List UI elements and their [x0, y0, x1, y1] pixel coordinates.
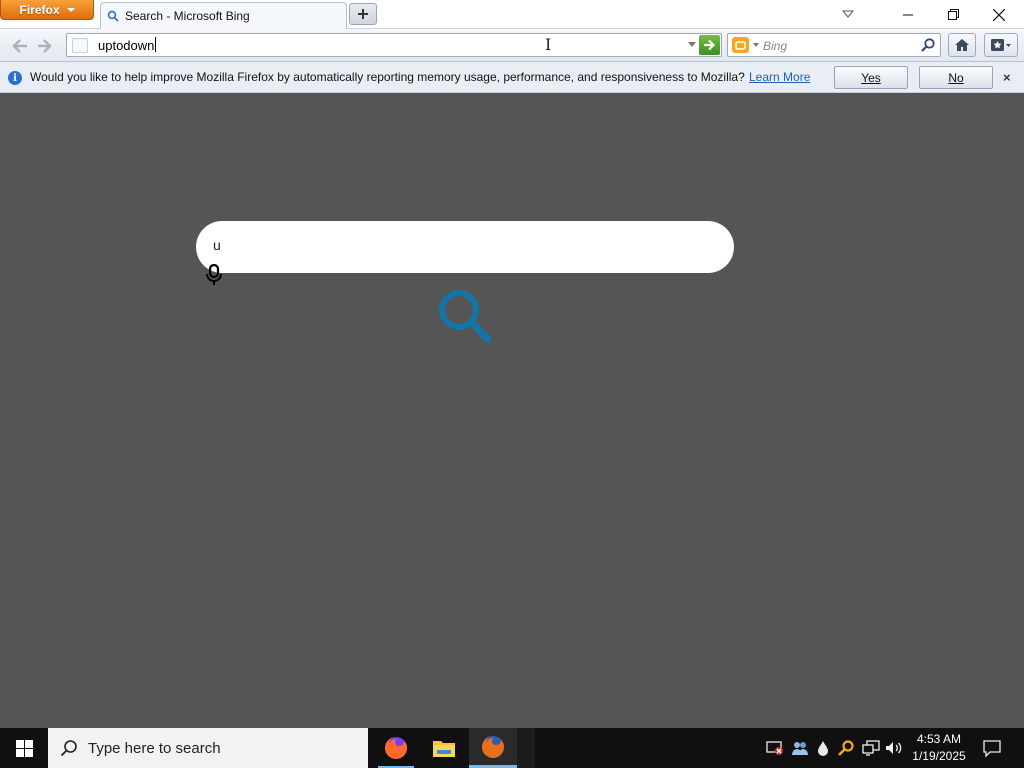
list-all-tabs-button[interactable]: [838, 6, 858, 22]
bing-search-query[interactable]: u: [213, 237, 221, 253]
search-bar[interactable]: Bing: [727, 33, 941, 57]
firefox-browser-icon: [385, 737, 407, 759]
search-bar-placeholder: Bing: [763, 39, 788, 53]
taskbar-firefox-app[interactable]: [469, 728, 517, 768]
site-identity-icon[interactable]: [72, 38, 88, 53]
new-tab-button[interactable]: [349, 3, 377, 25]
title-bar: Firefox Search - Microsoft Bing: [0, 0, 1024, 29]
no-button[interactable]: No: [919, 66, 993, 89]
plus-icon: [358, 9, 368, 19]
firefox-icon: [482, 735, 504, 758]
microphone-icon[interactable]: [205, 264, 223, 286]
start-button[interactable]: [0, 728, 48, 768]
forward-arrow-icon: [38, 39, 52, 53]
security-alert-icon[interactable]: [766, 738, 784, 758]
yes-button-label: Yes: [861, 70, 881, 85]
taskbar-search-box[interactable]: Type here to search: [48, 728, 368, 768]
forward-button[interactable]: [34, 34, 54, 58]
search-submit-icon[interactable]: [436, 288, 492, 344]
no-button-label: No: [948, 70, 964, 85]
address-bar[interactable]: uptodown I: [66, 33, 722, 57]
restore-button[interactable]: [930, 0, 976, 29]
notification-icon: [983, 740, 1001, 757]
close-icon: [993, 8, 1005, 21]
bing-engine-icon[interactable]: [732, 37, 749, 53]
windows-logo-icon: [15, 739, 33, 757]
telemetry-notification-bar: i Would you like to help improve Mozilla…: [0, 62, 1024, 93]
info-icon: i: [8, 71, 22, 85]
people-network-icon[interactable]: [791, 738, 809, 758]
search-key-icon[interactable]: [837, 738, 855, 758]
bing-search-box[interactable]: u: [196, 221, 734, 273]
bookmarks-button[interactable]: [984, 33, 1018, 57]
go-arrow-icon: [704, 39, 716, 51]
taskbar-search-placeholder: Type here to search: [88, 739, 221, 757]
water-drop-icon[interactable]: [814, 738, 832, 758]
search-icon[interactable]: [920, 37, 936, 53]
minimize-button[interactable]: [885, 0, 931, 29]
go-button[interactable]: [699, 35, 720, 55]
taskbar-firefox-developer-app[interactable]: [372, 728, 420, 768]
home-icon: [955, 39, 969, 51]
network-icon[interactable]: [862, 738, 880, 758]
ibeam-cursor-icon: I: [545, 35, 552, 54]
bookmark-star-icon: [991, 39, 1011, 51]
engine-dropdown-icon[interactable]: [753, 43, 759, 47]
url-input[interactable]: uptodown: [98, 38, 154, 53]
firefox-menu-label: Firefox: [19, 2, 60, 17]
back-arrow-icon: [12, 39, 27, 53]
close-notification-icon[interactable]: ×: [1003, 70, 1011, 85]
yes-button[interactable]: Yes: [834, 66, 908, 89]
taskbar-clock[interactable]: 4:53 AM 1/19/2025: [906, 731, 972, 765]
firefox-menu-button[interactable]: Firefox: [0, 0, 94, 20]
tab-title: Search - Microsoft Bing: [125, 9, 250, 23]
restore-icon: [947, 9, 959, 20]
bing-logo-icon: [735, 40, 746, 50]
volume-icon[interactable]: [885, 738, 903, 758]
search-icon: [107, 10, 119, 22]
action-center-button[interactable]: [980, 736, 1004, 760]
windows-taskbar: Type here to search 4:53 AM 1/19/2025: [0, 728, 1024, 768]
text-cursor: [155, 37, 156, 52]
navigation-toolbar: uptodown I Bing: [0, 29, 1024, 62]
search-icon: [60, 740, 77, 757]
back-button[interactable]: [8, 34, 32, 58]
chevron-down-icon: [842, 10, 854, 18]
history-dropdown-icon[interactable]: [688, 42, 696, 47]
tab-bing-search[interactable]: Search - Microsoft Bing: [100, 2, 347, 29]
close-button[interactable]: [976, 0, 1022, 29]
page-content: u: [0, 93, 1024, 728]
taskbar-peek-area[interactable]: [517, 728, 535, 768]
notification-message: Would you like to help improve Mozilla F…: [30, 70, 745, 84]
minimize-icon: [903, 14, 913, 15]
learn-more-link[interactable]: Learn More: [749, 70, 810, 84]
taskbar-file-explorer-app[interactable]: [420, 728, 468, 768]
home-button[interactable]: [948, 33, 976, 57]
folder-icon: [433, 741, 455, 757]
clock-date: 1/19/2025: [912, 749, 966, 763]
clock-time: 4:53 AM: [916, 732, 962, 746]
chevron-down-icon: [66, 7, 75, 12]
